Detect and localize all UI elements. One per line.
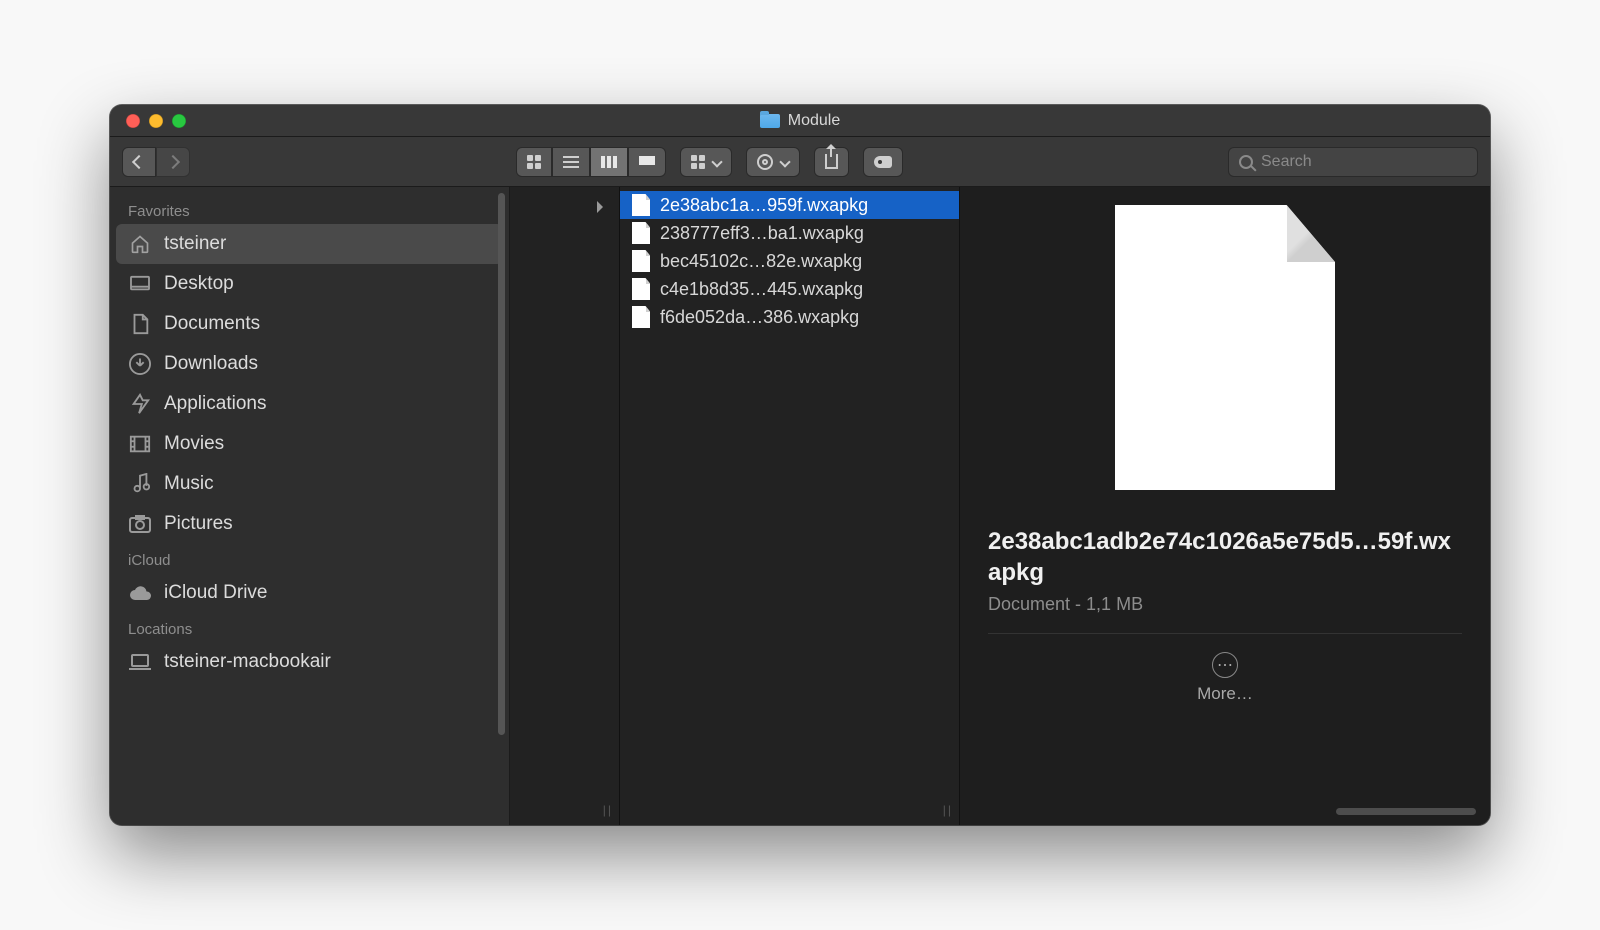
sidebar-item-tsteiner[interactable]: tsteiner (116, 224, 503, 264)
column-resize-handle[interactable]: || (603, 803, 613, 817)
applications-icon (128, 394, 152, 414)
file-row[interactable]: bec45102c…82e.wxapkg (620, 247, 959, 275)
pictures-icon (128, 514, 152, 534)
sidebar-item-label: Movies (164, 433, 224, 455)
finder-window: Module Search (110, 105, 1490, 825)
forward-button[interactable] (156, 147, 190, 177)
file-name: f6de052da…386.wxapkg (660, 307, 859, 328)
sidebar-item-label: Pictures (164, 513, 233, 535)
preview-pane: 2e38abc1adb2e74c1026a5e75d5…59f.wxapkg D… (960, 187, 1490, 825)
view-gallery-button[interactable] (628, 147, 666, 177)
minimize-window-button[interactable] (149, 114, 163, 128)
file-row[interactable]: 2e38abc1a…959f.wxapkg (620, 191, 959, 219)
titlebar: Module (110, 105, 1490, 137)
sidebar-item-tsteiner-macbookair[interactable]: tsteiner-macbookair (110, 642, 509, 682)
action-dropdown[interactable] (746, 147, 800, 177)
sidebar-item-downloads[interactable]: Downloads (110, 344, 509, 384)
sidebar-item-label: tsteiner-macbookair (164, 651, 331, 673)
file-name: 2e38abc1a…959f.wxapkg (660, 195, 868, 216)
search-field[interactable]: Search (1228, 147, 1478, 177)
fullscreen-window-button[interactable] (172, 114, 186, 128)
horizontal-scrollbar[interactable] (1336, 808, 1476, 815)
file-row[interactable]: f6de052da…386.wxapkg (620, 303, 959, 331)
toolbar: Search (110, 137, 1490, 187)
document-icon (632, 250, 650, 272)
view-mode-segment (516, 147, 666, 177)
document-icon (632, 222, 650, 244)
column-resize-handle[interactable]: || (943, 803, 953, 817)
arrange-dropdown[interactable] (680, 147, 732, 177)
sidebar-item-label: Desktop (164, 273, 234, 295)
share-button[interactable] (814, 147, 849, 177)
home-icon (128, 234, 152, 254)
view-list-button[interactable] (552, 147, 590, 177)
music-icon (128, 474, 152, 494)
movies-icon (128, 434, 152, 454)
sidebar-item-label: Downloads (164, 353, 258, 375)
chevron-right-icon (597, 201, 609, 213)
window-title: Module (788, 112, 840, 130)
sidebar-section-header: iCloud (110, 544, 509, 573)
sidebar-item-desktop[interactable]: Desktop (110, 264, 509, 304)
sidebar-section-header: Locations (110, 613, 509, 642)
file-name: c4e1b8d35…445.wxapkg (660, 279, 863, 300)
sidebar: Favorites tsteiner Desktop Documents Downloa… (110, 187, 510, 825)
preview-filename: 2e38abc1adb2e74c1026a5e75d5…59f.wxapkg (988, 526, 1462, 588)
sidebar-item-icloud-drive[interactable]: iCloud Drive (110, 573, 509, 613)
desktop-icon (128, 274, 152, 294)
document-icon (632, 278, 650, 300)
downloads-icon (128, 354, 152, 374)
file-name: 238777eff3…ba1.wxapkg (660, 223, 864, 244)
document-icon (632, 306, 650, 328)
sidebar-scrollbar[interactable] (498, 193, 505, 735)
laptop-icon (128, 652, 152, 672)
sidebar-item-pictures[interactable]: Pictures (110, 504, 509, 544)
sidebar-item-documents[interactable]: Documents (110, 304, 509, 344)
view-icons-button[interactable] (516, 147, 552, 177)
tags-button[interactable] (863, 147, 903, 177)
file-row[interactable]: 238777eff3…ba1.wxapkg (620, 219, 959, 247)
sidebar-item-label: Documents (164, 313, 260, 335)
column-files: || 2e38abc1a…959f.wxapkg 238777eff3…ba1.w… (620, 187, 960, 825)
search-icon (1239, 155, 1253, 169)
sidebar-item-label: tsteiner (164, 233, 226, 255)
content-area: Favorites tsteiner Desktop Documents Downloa… (110, 187, 1490, 825)
document-icon (632, 194, 650, 216)
sidebar-item-music[interactable]: Music (110, 464, 509, 504)
file-thumbnail (1115, 205, 1335, 490)
sidebar-item-applications[interactable]: Applications (110, 384, 509, 424)
sidebar-section-header: Favorites (110, 195, 509, 224)
column-parent[interactable]: || (510, 187, 620, 825)
preview-metadata: Document - 1,1 MB (988, 594, 1462, 615)
more-icon: ⋯ (1212, 652, 1238, 678)
close-window-button[interactable] (126, 114, 140, 128)
window-controls (126, 114, 186, 128)
back-button[interactable] (122, 147, 156, 177)
search-placeholder: Search (1261, 153, 1312, 171)
sidebar-item-label: iCloud Drive (164, 582, 267, 604)
more-actions[interactable]: ⋯ More… (988, 652, 1462, 704)
sidebar-item-label: Applications (164, 393, 266, 415)
file-row[interactable]: c4e1b8d35…445.wxapkg (620, 275, 959, 303)
sidebar-item-movies[interactable]: Movies (110, 424, 509, 464)
sidebar-item-label: Music (164, 473, 214, 495)
cloud-icon (128, 583, 152, 603)
documents-icon (128, 314, 152, 334)
folder-icon (760, 114, 780, 128)
file-name: bec45102c…82e.wxapkg (660, 251, 862, 272)
view-columns-button[interactable] (590, 147, 628, 177)
